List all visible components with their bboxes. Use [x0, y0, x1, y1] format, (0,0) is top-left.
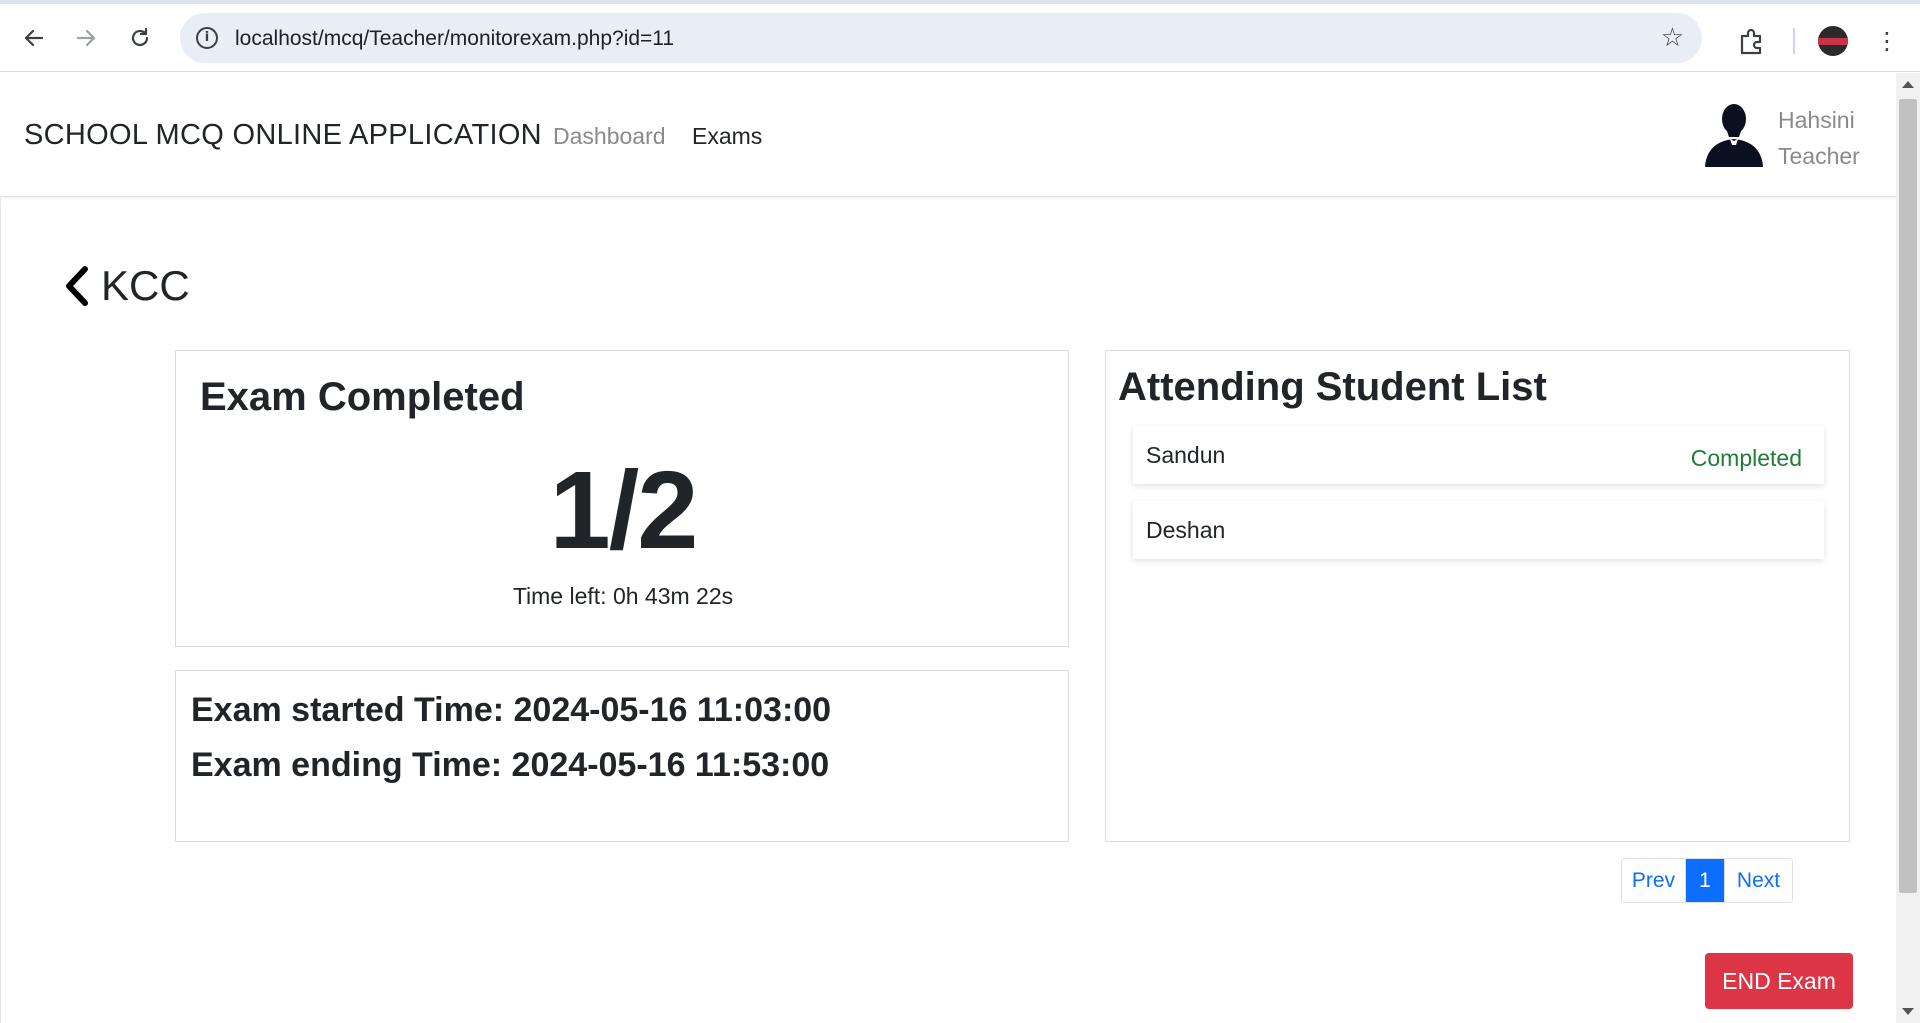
user-role: Teacher	[1778, 143, 1860, 169]
reload-icon[interactable]	[122, 20, 158, 56]
student-list-item[interactable]: Deshan	[1133, 501, 1824, 559]
student-name: Sandun	[1146, 442, 1226, 468]
bookmark-star-icon[interactable]: ☆	[1661, 23, 1684, 53]
toolbar-separator	[1793, 28, 1795, 54]
end-exam-button[interactable]: END Exam	[1705, 953, 1853, 1009]
pagination-page-1[interactable]: 1	[1686, 859, 1724, 902]
scroll-up-arrow-icon[interactable]	[1902, 81, 1914, 88]
back-arrow-icon[interactable]	[16, 20, 52, 56]
student-list-title: Attending Student List	[1118, 365, 1547, 409]
exam-completed-card: Exam Completed 1/2 Time left: 0h 43m 22s	[175, 350, 1069, 647]
time-left-text: Time left: 0h 43m 22s	[512, 583, 734, 609]
app-navbar: SCHOOL MCQ ONLINE APPLICATION Dashboard …	[0, 73, 1896, 197]
pagination: Prev 1 Next	[1621, 858, 1793, 903]
user-avatar-icon	[1703, 101, 1765, 167]
nav-link-exams[interactable]: Exams	[692, 123, 762, 150]
more-menu-icon[interactable]: ⋮	[1875, 24, 1899, 58]
vertical-scrollbar[interactable]	[1896, 73, 1920, 1023]
url-text[interactable]: localhost/mcq/Teacher/monitorexam.php?id…	[235, 27, 674, 51]
site-info-icon[interactable]: i	[196, 27, 218, 49]
pagination-next-button[interactable]: Next	[1724, 859, 1792, 902]
scroll-down-arrow-icon[interactable]	[1902, 1008, 1914, 1015]
forward-arrow-icon[interactable]	[68, 20, 104, 56]
user-name: Hahsini	[1778, 107, 1855, 133]
address-bar[interactable]: i localhost/mcq/Teacher/monitorexam.php?…	[180, 13, 1702, 63]
attending-students-card: Attending Student List Sandun Completed …	[1105, 350, 1850, 842]
student-list-item[interactable]: Sandun Completed	[1133, 426, 1824, 484]
profile-avatar[interactable]	[1818, 26, 1848, 56]
pagination-prev-button[interactable]: Prev	[1622, 859, 1686, 902]
extensions-icon[interactable]	[1737, 26, 1767, 56]
browser-toolbar: i localhost/mcq/Teacher/monitorexam.php?…	[0, 4, 1920, 72]
page-viewport: SCHOOL MCQ ONLINE APPLICATION Dashboard …	[0, 73, 1920, 1023]
completed-count: 1/2	[549, 449, 699, 572]
exam-class-title[interactable]: KCC	[101, 262, 190, 310]
student-name: Deshan	[1146, 517, 1226, 543]
chevron-left-icon[interactable]	[61, 265, 91, 307]
exam-end-time: Exam ending Time: 2024-05-16 11:53:00	[191, 746, 830, 784]
exam-start-time: Exam started Time: 2024-05-16 11:03:00	[191, 691, 832, 729]
nav-link-dashboard[interactable]: Dashboard	[553, 123, 666, 150]
scrollbar-thumb[interactable]	[1899, 99, 1917, 893]
exam-times-card: Exam started Time: 2024-05-16 11:03:00 E…	[175, 670, 1069, 842]
student-status-badge: Completed	[1690, 445, 1802, 471]
exam-completed-title: Exam Completed	[200, 375, 525, 419]
back-link[interactable]: KCC	[61, 262, 190, 310]
brand-title[interactable]: SCHOOL MCQ ONLINE APPLICATION	[24, 119, 542, 152]
main-content: KCC Exam Completed 1/2 Time left: 0h 43m…	[0, 198, 1896, 1023]
